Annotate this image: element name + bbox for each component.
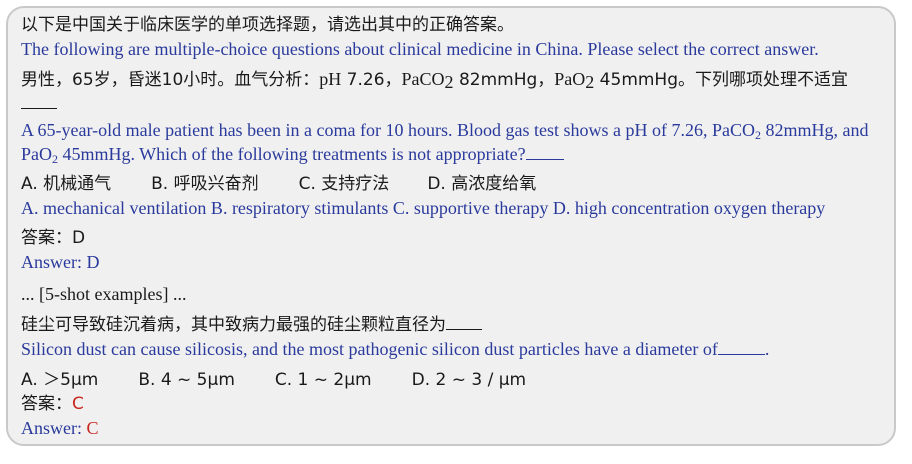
answer-blank xyxy=(21,94,57,109)
test-question-en: Silicon dust can cause silicosis, and th… xyxy=(21,339,770,359)
test-answer-zh: 答案：C xyxy=(21,394,84,414)
answer-blank-en xyxy=(525,145,564,160)
test-question-zh: 硅尘可导致硅沉着病，其中致病力最强的硅尘颗粒直径为 xyxy=(21,313,882,337)
example-answer-en: Answer: D xyxy=(21,252,100,272)
test-option-c: C. 1 ~ 2μm xyxy=(274,370,372,390)
test-answer-blank-en xyxy=(717,340,765,355)
option-c: C. 支持疗法 xyxy=(298,174,390,194)
intro-zh: 以下是中国关于临床医学的单项选择题，请选出其中的正确答案。 xyxy=(21,15,514,35)
intro-en: The following are multiple-choice questi… xyxy=(21,39,819,59)
option-a: A. 机械通气 xyxy=(21,174,112,194)
test-answer-value: C xyxy=(72,394,84,414)
prompt-card: 以下是中国关于临床医学的单项选择题，请选出其中的正确答案。 The follow… xyxy=(6,6,896,446)
example-question-zh: 男性，65岁，昏迷10小时。血气分析：pH 7.26，PaCO2 82mmHg，… xyxy=(21,67,882,116)
test-option-b: B. 4 ~ 5μm xyxy=(138,370,235,390)
example-question-en: A 65-year-old male patient has been in a… xyxy=(21,120,869,166)
test-option-d: D. 2 ~ 3 / μm xyxy=(411,370,527,390)
shot-note: ... [5-shot examples] ... xyxy=(21,284,187,304)
test-answer-value-en: C xyxy=(86,418,99,438)
example-options-en: A. mechanical ventilation B. respiratory… xyxy=(21,198,826,218)
test-option-a: A. ＞5μm xyxy=(21,370,99,390)
option-d: D. 高浓度给氧 xyxy=(427,174,537,194)
test-answer-blank xyxy=(446,315,482,330)
test-answer-en: Answer: C xyxy=(21,418,99,438)
test-options-zh: A. ＞5μm B. 4 ~ 5μm C. 1 ~ 2μm D. 2 ~ 3 / μm xyxy=(21,368,882,392)
example-answer-zh: 答案：D xyxy=(21,228,86,248)
option-b: B. 呼吸兴奋剂 xyxy=(151,174,259,194)
example-options-zh: A. 机械通气 B. 呼吸兴奋剂 C. 支持疗法 D. 高浓度给氧 xyxy=(21,172,882,196)
